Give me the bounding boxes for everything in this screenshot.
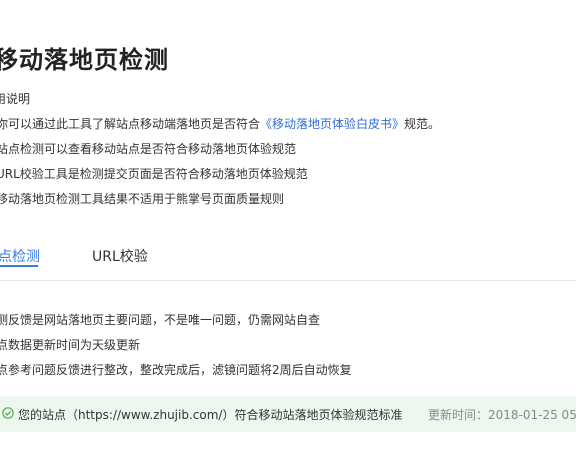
tab-url-check-label: URL校验 (92, 249, 148, 265)
intro-line-1-post: 规范。 (404, 117, 441, 131)
intro-line-1-pre: 你可以通过此工具了解站点移动端落地页是否符合 (0, 117, 261, 131)
tip-line-2: 点数据更新时间为天级更新 (0, 338, 141, 352)
intro-line-4: 移动落地页检测工具结果不适用于熊掌号页面质量规则 (0, 192, 285, 206)
intro-line-2: 站点检测可以查看移动站点是否符合移动落地页体验规范 (0, 142, 297, 156)
check-circle-icon (2, 407, 14, 419)
intro-line-3: URL校验工具是检测提交页面是否符合移动落地页体验规范 (0, 167, 308, 181)
result-message: 您的站点（https://www.zhujib.com/）符合移动站落地页体验规… (18, 408, 403, 422)
tab-active-indicator (0, 265, 38, 267)
tab-site-check-label: 点检测 (0, 249, 40, 265)
tab-url-check[interactable]: URL校验 (92, 246, 148, 266)
intro-line-1: 你可以通过此工具了解站点移动端落地页是否符合《移动落地页体验白皮书》规范。 (0, 115, 440, 132)
result-update-time: 更新时间：2018-01-25 05: (428, 408, 576, 422)
page-title: 移动落地页检测 (0, 46, 169, 74)
usage-heading: 用说明 (0, 92, 31, 106)
tab-site-check[interactable]: 点检测 (0, 246, 40, 267)
check-result-banner: 您的站点（https://www.zhujib.com/）符合移动站落地页体验规… (0, 396, 576, 432)
tip-line-3: 点参考问题反馈进行整改，整改完成后，滤镜问题将2周后自动恢复 (0, 363, 352, 377)
tip-line-1: 测反馈是网站落地页主要问题，不是唯一问题，仍需网站自查 (0, 313, 321, 327)
tab-bar: 点检测 URL校验 (0, 232, 576, 281)
whitepaper-link[interactable]: 《移动落地页体验白皮书》 (260, 117, 404, 131)
main-panel: 移动落地页检测 用说明 你可以通过此工具了解站点移动端落地页是否符合《移动落地页… (0, 0, 576, 460)
